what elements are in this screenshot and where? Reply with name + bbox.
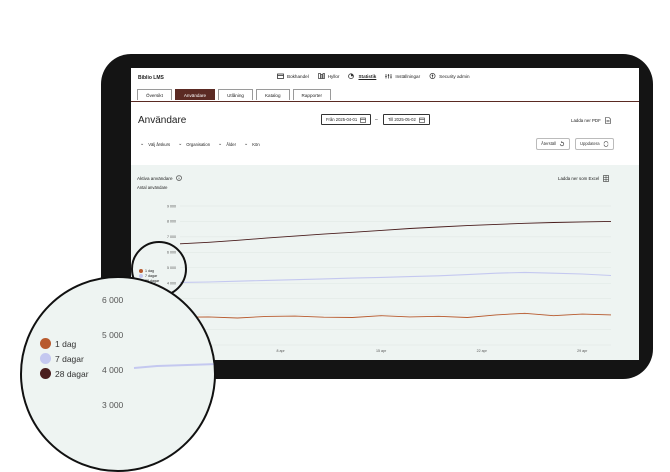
zoom-legend-28-dagar: 28 dagar xyxy=(40,368,89,379)
legend-label: 7 dagar xyxy=(55,353,84,364)
nav-label-installningar: Inställningar xyxy=(395,73,421,79)
update-label: Uppdatera xyxy=(580,141,600,146)
legend-label: 28 dagar xyxy=(55,368,89,379)
chevron-down-icon: ⌄ xyxy=(178,141,183,147)
document-icon xyxy=(604,117,611,124)
zoom-legend-7-dagar: 7 dagar xyxy=(40,353,84,364)
y-tick-label: 9 000 xyxy=(167,204,176,208)
legend-swatch xyxy=(40,338,51,349)
series-line-28-dagar xyxy=(179,220,612,245)
nav-item-installningar[interactable]: Inställningar xyxy=(385,73,420,79)
calendar-icon xyxy=(360,117,367,123)
calendar-icon xyxy=(418,117,425,123)
legend-swatch xyxy=(40,368,51,379)
tab-oversikt[interactable]: Översikt xyxy=(137,89,172,100)
settings-icon xyxy=(385,74,393,79)
chevron-down-icon: ⌄ xyxy=(244,141,249,147)
filter-bar: ⌄ Välj årskurs ⌄ Organisation ⌄ Ålder ⌄ Kön xyxy=(140,141,260,147)
legend-swatch xyxy=(40,353,51,364)
y-tick-label: 7 000 xyxy=(167,235,176,239)
date-separator: – xyxy=(375,117,378,123)
reset-label: Återställ xyxy=(541,141,557,146)
filter-arskurs[interactable]: ⌄ Välj årskurs xyxy=(140,141,170,147)
refresh-icon xyxy=(603,141,608,147)
filter-label: Ålder xyxy=(226,141,237,147)
nav-label-bokhandel: Bokhandel xyxy=(287,73,309,79)
download-pdf-button[interactable]: Ladda ner PDF xyxy=(571,117,611,124)
date-to-picker[interactable]: Till 2025-05-02 xyxy=(383,114,430,125)
tab-katalog[interactable]: Katalog xyxy=(255,89,290,100)
magnified-legend-callout: 6 000 5 000 4 000 3 000 1 dag 7 dagar 28… xyxy=(20,276,216,472)
reset-button[interactable]: Återställ xyxy=(536,138,571,150)
download-pdf-label: Ladda ner PDF xyxy=(571,118,601,123)
chart-pie-icon xyxy=(348,73,355,79)
nav-item-security-admin[interactable]: Security admin xyxy=(429,73,470,79)
update-button[interactable]: Uppdatera xyxy=(575,138,614,150)
key-icon xyxy=(429,73,436,79)
y-tick-label: 8 000 xyxy=(167,220,176,224)
filter-organisation[interactable]: ⌄ Organisation xyxy=(178,141,210,147)
reset-icon xyxy=(560,141,565,147)
top-navigation: Bokhandel Hyllor Statistik Inställningar… xyxy=(277,73,470,79)
chevron-down-icon: ⌄ xyxy=(140,141,145,147)
zoom-legend-1-dag: 1 dag xyxy=(40,338,76,349)
x-tick-label: 29 apr xyxy=(577,349,588,353)
x-tick-label: 22 apr xyxy=(477,349,488,353)
nav-item-statistik[interactable]: Statistik xyxy=(348,73,376,79)
nav-item-hyllor[interactable]: Hyllor xyxy=(317,73,340,79)
nav-item-bokhandel[interactable]: Bokhandel xyxy=(277,73,309,79)
x-tick-label: 15 apr xyxy=(376,349,387,353)
store-icon xyxy=(277,73,284,79)
shelves-icon xyxy=(317,73,325,79)
filter-alder[interactable]: ⌄ Ålder xyxy=(218,141,236,147)
legend-label: 1 dag xyxy=(55,338,77,349)
nav-label-security-admin: Security admin xyxy=(439,73,470,79)
brand-logo: Biblio LMS xyxy=(138,75,164,81)
chevron-down-icon: ⌄ xyxy=(218,141,223,147)
tab-anvandare[interactable]: Användare xyxy=(174,89,216,100)
date-from-picker[interactable]: Från 2025-04-01 xyxy=(321,114,372,125)
x-tick-label: 8 apr xyxy=(276,349,285,353)
date-from-value: Från 2025-04-01 xyxy=(326,117,358,122)
filter-label: Välj årskurs xyxy=(148,141,171,147)
nav-label-hyllor: Hyllor xyxy=(327,73,340,79)
filter-label: Kön xyxy=(252,141,260,147)
tab-rapporter[interactable]: Rapporter xyxy=(292,89,331,100)
nav-label-statistik: Statistik xyxy=(358,73,377,79)
tab-bar: Översikt Användare Utlåning Katalog Rapp… xyxy=(131,89,639,102)
filter-kon[interactable]: ⌄ Kön xyxy=(244,141,260,147)
tab-utlaning[interactable]: Utlåning xyxy=(218,89,253,100)
series-line-7-dagar xyxy=(179,271,612,283)
page-title: Användare xyxy=(138,115,187,126)
date-to-value: Till 2025-05-02 xyxy=(388,117,416,122)
filter-label: Organisation xyxy=(186,141,211,147)
